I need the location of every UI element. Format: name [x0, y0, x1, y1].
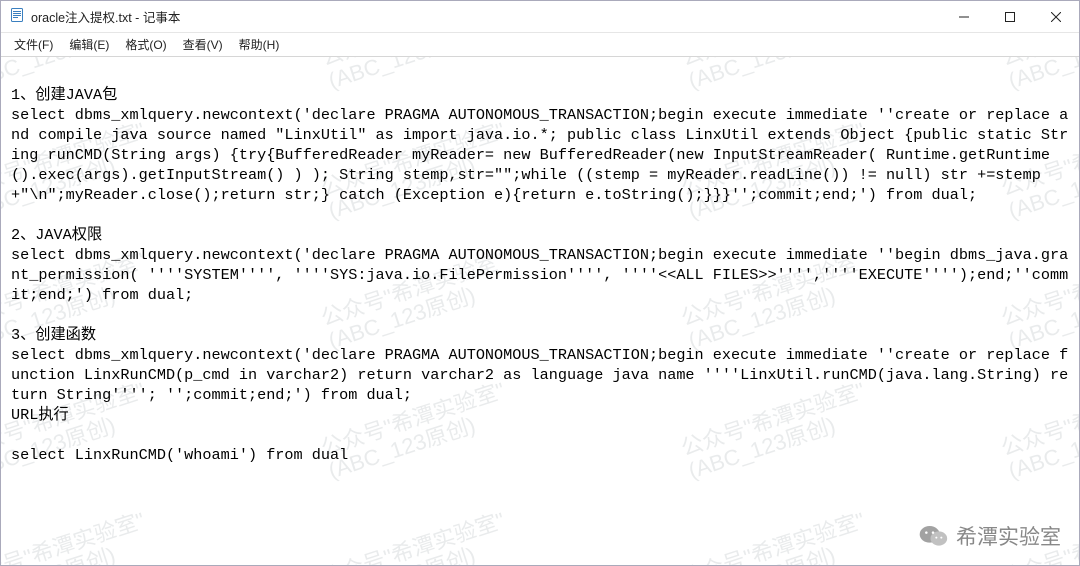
close-button[interactable]: [1033, 1, 1079, 33]
wechat-icon: [918, 523, 948, 549]
footer-watermark-text: 希潭实验室: [956, 521, 1061, 551]
menubar: 文件(F) 编辑(E) 格式(O) 查看(V) 帮助(H): [1, 33, 1079, 57]
text-content[interactable]: 1、创建JAVA包 select dbms_xmlquery.newcontex…: [1, 57, 1079, 473]
menu-edit[interactable]: 编辑(E): [62, 34, 116, 55]
maximize-button[interactable]: [987, 1, 1033, 33]
txt-file-icon: [9, 7, 25, 26]
menu-view[interactable]: 查看(V): [176, 34, 230, 55]
titlebar-left: oracle注入提权.txt - 记事本: [9, 7, 180, 26]
minimize-button[interactable]: [941, 1, 987, 33]
titlebar: oracle注入提权.txt - 记事本: [1, 1, 1079, 33]
window-title: oracle注入提权.txt - 记事本: [31, 7, 180, 26]
menu-file[interactable]: 文件(F): [7, 34, 60, 55]
menu-help[interactable]: 帮助(H): [232, 34, 287, 55]
window-buttons: [941, 1, 1079, 33]
notepad-window: oracle注入提权.txt - 记事本 文件(F) 编辑(E) 格式(O) 查…: [0, 0, 1080, 566]
footer-watermark: 希潭实验室: [918, 521, 1061, 551]
menu-format[interactable]: 格式(O): [118, 34, 173, 55]
editor-area[interactable]: 公众号"希潭实验室"(ABC_123原创)公众号"希潭实验室"(ABC_123原…: [1, 57, 1079, 565]
